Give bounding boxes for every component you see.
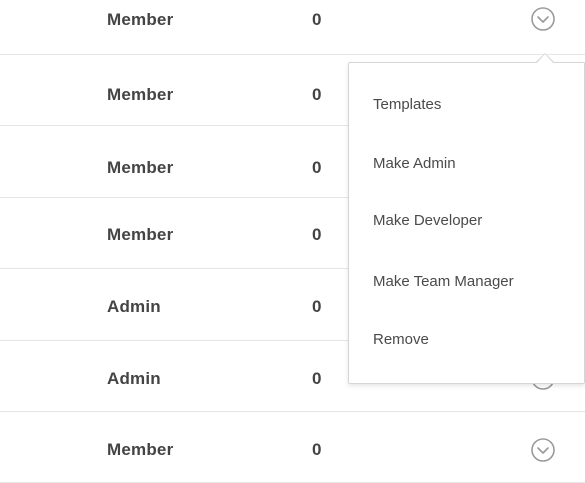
count-cell: 0 [312,440,322,459]
role-cell: Member [107,158,174,177]
role-cell: Member [107,440,174,459]
count-cell: 0 [312,10,322,29]
count-cell: 0 [312,225,322,244]
menu-item-remove[interactable]: Remove [373,331,429,349]
role-cell: Admin [107,369,161,388]
row-actions-menu: Templates Make Admin Make Developer Make… [348,62,585,384]
role-cell: Admin [107,297,161,316]
menu-item-make-admin[interactable]: Make Admin [373,155,456,173]
count-cell: 0 [312,158,322,177]
role-cell: Member [107,225,174,244]
menu-item-templates[interactable]: Templates [373,96,441,114]
count-cell: 0 [312,369,322,388]
count-cell: 0 [312,297,322,316]
role-cell: Member [107,85,174,104]
chevron-down-circle-icon[interactable] [528,435,558,465]
menu-item-make-team-manager[interactable]: Make Team Manager [373,273,514,291]
chevron-down-circle-icon[interactable] [528,4,558,34]
role-cell: Member [107,10,174,29]
count-cell: 0 [312,85,322,104]
table-row: Member 0 [0,412,585,483]
menu-item-make-developer[interactable]: Make Developer [373,212,482,230]
